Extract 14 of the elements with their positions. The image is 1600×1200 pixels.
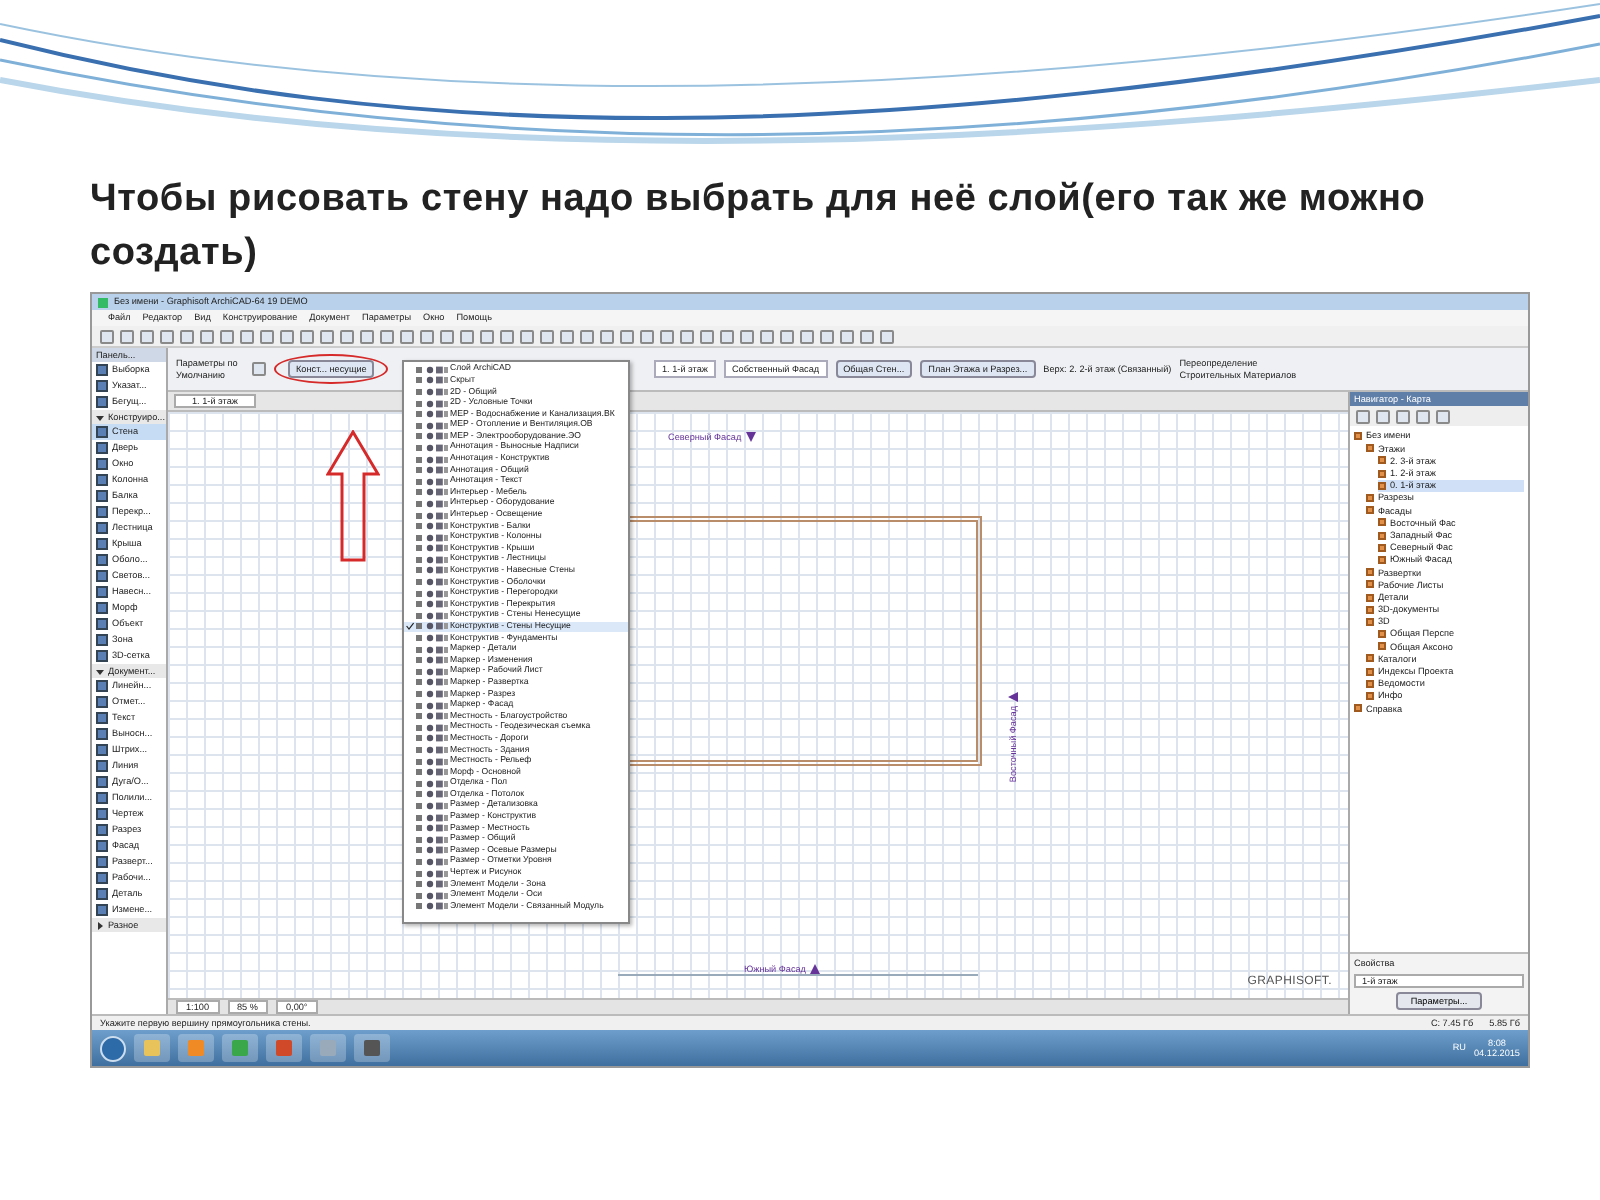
triangle-icon <box>1008 692 1019 702</box>
check-icon <box>406 622 414 631</box>
up-arrow <box>326 430 380 562</box>
caret-icon <box>96 921 104 929</box>
triangle-icon <box>809 963 820 974</box>
caret-icon <box>96 667 104 675</box>
app-icon <box>98 297 108 307</box>
slide-title: Чтобы рисовать стену надо выбрать для неё слой(его так же можно создать) <box>90 176 1428 278</box>
taskbar-app-icon[interactable] <box>134 1034 170 1062</box>
taskbar-app-icon[interactable] <box>354 1034 390 1062</box>
start-button-icon[interactable] <box>100 1035 126 1061</box>
triangle-icon <box>745 432 756 443</box>
tool-icon[interactable] <box>252 362 266 376</box>
taskbar-app-icon[interactable] <box>266 1034 302 1062</box>
